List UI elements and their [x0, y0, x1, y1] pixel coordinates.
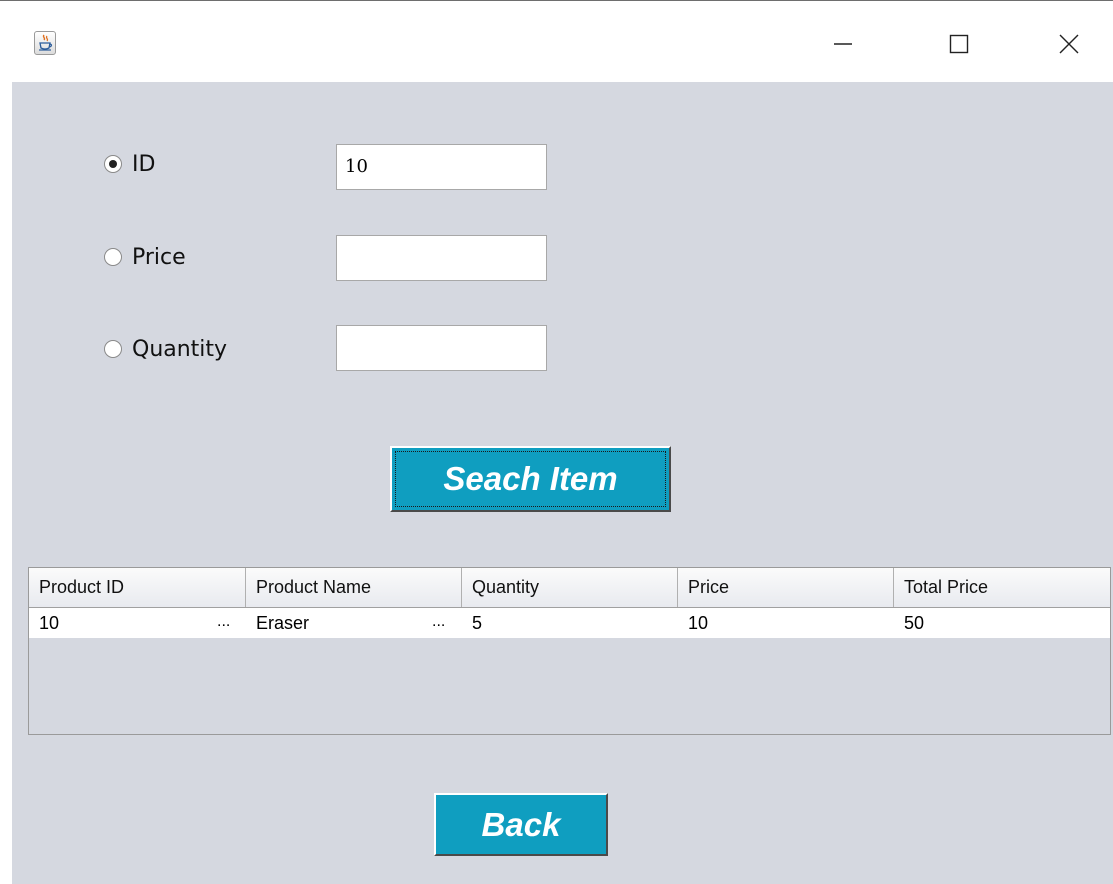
- search-panel: ID 10 Price Quantity Seach Item Product …: [12, 82, 1113, 884]
- minimize-button[interactable]: [826, 27, 860, 61]
- minimize-icon: [834, 43, 852, 45]
- radio-id[interactable]: ID: [104, 144, 155, 184]
- maximize-icon: [949, 34, 969, 54]
- close-button[interactable]: [1052, 27, 1086, 61]
- cell-truncation-marker: ...: [432, 613, 446, 630]
- cell-total-price[interactable]: 50: [894, 608, 1110, 638]
- id-field[interactable]: 10: [336, 144, 547, 190]
- cell-price[interactable]: 10: [678, 608, 894, 638]
- results-table[interactable]: Product ID Product Name Quantity Price T…: [28, 567, 1111, 735]
- search-item-button[interactable]: Seach Item: [390, 446, 671, 512]
- radio-button-price[interactable]: [104, 248, 122, 266]
- radio-quantity[interactable]: Quantity: [104, 329, 227, 369]
- column-header-quantity[interactable]: Quantity: [462, 568, 678, 607]
- column-header-price[interactable]: Price: [678, 568, 894, 607]
- maximize-button[interactable]: [942, 27, 976, 61]
- cell-product-id[interactable]: 10: [29, 608, 246, 638]
- price-field[interactable]: [336, 235, 547, 281]
- cell-truncation-marker: ...: [217, 613, 231, 630]
- radio-label-id: ID: [132, 151, 156, 177]
- java-cup-icon[interactable]: [34, 31, 56, 55]
- radio-button-quantity[interactable]: [104, 340, 122, 358]
- table-header: Product ID Product Name Quantity Price T…: [29, 568, 1110, 608]
- radio-button-id[interactable]: [104, 155, 122, 173]
- back-button[interactable]: Back: [434, 793, 608, 856]
- cell-product-name[interactable]: Eraser: [246, 608, 462, 638]
- focus-ring: [395, 451, 666, 507]
- radio-label-price: Price: [132, 244, 186, 270]
- close-icon: [1059, 34, 1079, 54]
- column-header-product-id[interactable]: Product ID: [29, 568, 246, 607]
- back-button-label: Back: [481, 805, 561, 843]
- title-bar: [0, 0, 1113, 82]
- column-header-total-price[interactable]: Total Price: [894, 568, 1110, 607]
- table-row[interactable]: 10 ... Eraser ... 5 10 50: [29, 608, 1110, 638]
- cell-quantity[interactable]: 5: [462, 608, 678, 638]
- column-header-product-name[interactable]: Product Name: [246, 568, 462, 607]
- radio-label-quantity: Quantity: [132, 336, 228, 362]
- quantity-field[interactable]: [336, 325, 547, 371]
- radio-price[interactable]: Price: [104, 237, 186, 277]
